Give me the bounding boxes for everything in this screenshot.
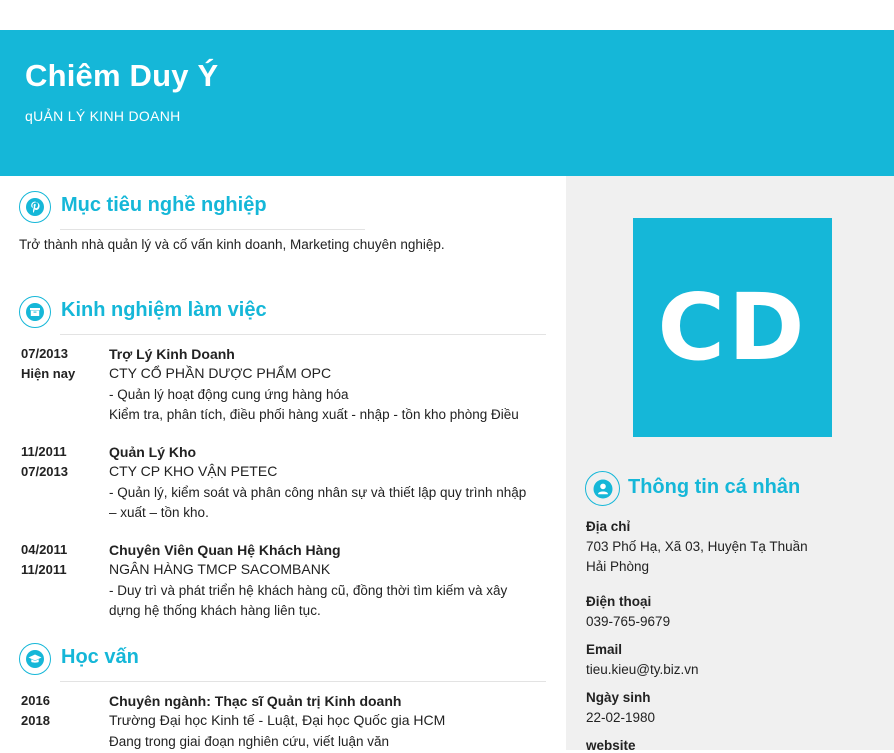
- experience-org: NGÂN HÀNG TMCP SACOMBANK: [109, 561, 331, 577]
- section-objective-header: Mục tiêu nghề nghiệp: [19, 191, 546, 230]
- experience-date-to: Hiện nay: [21, 366, 76, 381]
- education-date-to: 2018: [21, 713, 50, 728]
- phone-label: Điện thoại: [586, 594, 652, 609]
- sidebar: CD Thông tin cá nhân Địa chỉ 703 Phố Hạ,…: [566, 176, 894, 753]
- graduation-cap-icon: [19, 643, 51, 675]
- experience-date-to: 11/2011: [21, 562, 67, 577]
- address-label: Địa chỉ: [586, 519, 631, 534]
- website-label: website: [586, 738, 636, 753]
- section-education-title: Học vấn: [61, 646, 139, 668]
- education-desc: Đang trong giai đoạn nghiên cứu, viết lu…: [109, 734, 389, 749]
- archive-box-icon: [19, 296, 51, 328]
- pinterest-icon: [19, 191, 51, 223]
- education-date-from: 2016: [21, 693, 50, 708]
- section-divider: [60, 334, 546, 335]
- avatar-initials: CD: [657, 274, 808, 381]
- section-objective-title: Mục tiêu nghề nghiệp: [61, 194, 267, 216]
- section-experience-title: Kinh nghiệm làm việc: [61, 299, 267, 321]
- section-personal-title: Thông tin cá nhân: [628, 476, 801, 498]
- experience-date-from: 04/2011: [21, 542, 68, 557]
- experience-org: CTY CỔ PHẦN DƯỢC PHẨM OPC: [109, 365, 332, 381]
- experience-date-to: 07/2013: [21, 464, 68, 479]
- education-title: Chuyên ngành: Thạc sĩ Quản trị Kinh doan…: [109, 693, 402, 709]
- objective-text: Trở thành nhà quản lý và cố vấn kinh doa…: [19, 237, 445, 252]
- phone-value: 039-765-9679: [586, 614, 671, 629]
- section-personal-header: Thông tin cá nhân: [585, 471, 875, 507]
- education-school: Trường Đại học Kinh tế - Luật, Đại học Q…: [109, 712, 446, 728]
- email-label: Email: [586, 642, 623, 657]
- experience-desc: - Duy trì và phát triển hệ khách hàng cũ…: [109, 583, 508, 618]
- candidate-role: qUẢN LÝ KINH DOANH: [25, 108, 181, 124]
- avatar: CD: [633, 218, 832, 437]
- birthdate-value: 22-02-1980: [586, 710, 656, 725]
- section-education-header: Học vấn: [19, 643, 546, 682]
- address-value: 703 Phố Hạ, Xã 03, Huyện Tạ Thuần Hải Ph…: [586, 539, 808, 574]
- section-experience-header: Kinh nghiệm làm việc: [19, 296, 546, 335]
- experience-desc: - Quản lý, kiểm soát và phân công nhân s…: [109, 485, 527, 520]
- experience-title: Trợ Lý Kinh Doanh: [109, 346, 235, 362]
- candidate-name: Chiêm Duy Ý: [25, 58, 219, 93]
- experience-date-from: 07/2013: [21, 346, 68, 361]
- section-divider: [60, 229, 365, 230]
- experience-title: Chuyên Viên Quan Hệ Khách Hàng: [109, 542, 341, 558]
- experience-org: CTY CP KHO VẬN PETEC: [109, 463, 278, 479]
- user-icon: [585, 471, 620, 506]
- birthdate-label: Ngày sinh: [586, 690, 651, 705]
- experience-date-from: 11/2011: [21, 444, 67, 459]
- experience-title: Quản Lý Kho: [109, 444, 197, 460]
- experience-desc: - Quản lý hoạt động cung ứng hàng hóa Ki…: [109, 387, 519, 422]
- section-divider: [60, 681, 546, 682]
- email-value: tieu.kieu@ty.biz.vn: [586, 662, 699, 677]
- header-banner: Chiêm Duy Ý qUẢN LÝ KINH DOANH: [0, 30, 894, 176]
